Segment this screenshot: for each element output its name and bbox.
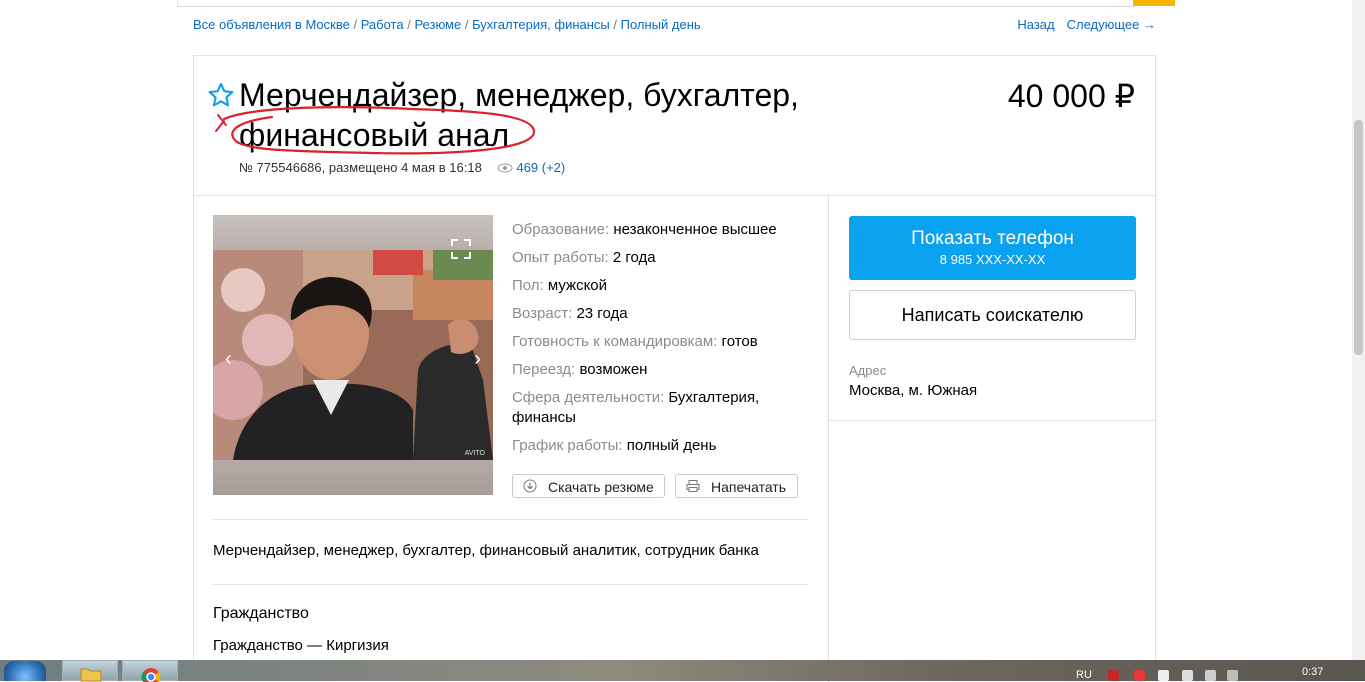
tray-app-icon[interactable] bbox=[1134, 670, 1145, 681]
property-value: полный день bbox=[626, 437, 717, 454]
breadcrumb-item[interactable]: Резюме bbox=[414, 17, 461, 32]
property-schedule: График работы: полный день bbox=[512, 432, 802, 460]
chrome-icon bbox=[141, 668, 161, 682]
breadcrumb-separator: / bbox=[461, 17, 473, 32]
property-value: готов bbox=[721, 333, 758, 350]
download-icon bbox=[523, 479, 537, 493]
section-divider bbox=[213, 584, 808, 585]
breadcrumb-item[interactable]: Полный день bbox=[621, 17, 701, 32]
taskbar-explorer[interactable] bbox=[62, 660, 118, 682]
printer-icon bbox=[686, 480, 700, 492]
citizenship-heading: Гражданство bbox=[213, 605, 309, 622]
resume-properties: Образование: незаконченное высшее Опыт р… bbox=[512, 216, 802, 460]
property-key: График работы: bbox=[512, 437, 623, 454]
listing-title: Мерчендайзер, менеджер, бухгалтер, финан… bbox=[239, 77, 799, 153]
breadcrumb: Все объявления в Москве / Работа / Резюм… bbox=[193, 17, 701, 32]
breadcrumb-item[interactable]: Все объявления в Москве bbox=[193, 17, 350, 32]
clock[interactable]: 0:37 bbox=[1302, 666, 1323, 678]
phone-masked: 8 985 XXX-XX-XX bbox=[939, 252, 1046, 267]
property-key: Опыт работы: bbox=[512, 249, 609, 266]
network-icon[interactable] bbox=[1205, 670, 1216, 681]
sidebar-divider bbox=[829, 420, 1155, 421]
property-value: мужской bbox=[547, 277, 608, 294]
volume-icon[interactable] bbox=[1227, 670, 1238, 681]
taskbar-chrome[interactable] bbox=[122, 660, 178, 682]
property-value: 2 года bbox=[612, 249, 656, 266]
svg-text:AVITO: AVITO bbox=[465, 450, 486, 457]
property-relocation: Переезд: возможен bbox=[512, 356, 802, 384]
section-divider bbox=[213, 519, 808, 520]
property-business-trips: Готовность к командировкам: готов bbox=[512, 328, 802, 356]
property-value: возможен bbox=[579, 361, 648, 378]
property-field: Сфера деятельности: Бухгалтерия, финансы bbox=[512, 388, 802, 428]
next-link[interactable]: Следующее → bbox=[1067, 17, 1156, 32]
scrollbar[interactable] bbox=[1352, 0, 1365, 660]
download-resume-label: Скачать резюме bbox=[548, 479, 654, 495]
back-link[interactable]: Назад bbox=[1017, 17, 1054, 32]
property-value: 23 года bbox=[576, 305, 628, 322]
property-value: незаконченное высшее bbox=[613, 221, 777, 238]
property-key: Возраст: bbox=[512, 305, 573, 322]
chevron-right-icon[interactable]: › bbox=[474, 348, 481, 371]
photo-blur-bottom bbox=[213, 460, 493, 495]
favorite-star-icon[interactable] bbox=[207, 81, 235, 109]
citizenship-value: Гражданство — Киргизия bbox=[213, 637, 389, 654]
print-label: Напечатать bbox=[711, 479, 787, 495]
property-key: Готовность к командировкам: bbox=[512, 333, 718, 350]
listing-number-date: № 775546686, размещено 4 мая в 16:18 bbox=[239, 160, 482, 175]
tray-app-icon[interactable] bbox=[1108, 670, 1119, 681]
download-resume-button[interactable]: Скачать резюме bbox=[512, 474, 665, 498]
column-divider bbox=[828, 196, 829, 682]
breadcrumb-separator: / bbox=[609, 17, 621, 32]
top-search-bar-edge bbox=[177, 0, 1135, 7]
breadcrumb-item[interactable]: Работа bbox=[361, 17, 404, 32]
listing-price: 40 000 ₽ bbox=[1007, 78, 1135, 114]
address-label: Адрес bbox=[849, 363, 887, 378]
listing-header: Мерчендайзер, менеджер, бухгалтер, финан… bbox=[194, 56, 1155, 196]
listing-card: Мерчендайзер, менеджер, бухгалтер, финан… bbox=[193, 55, 1156, 682]
resume-description: Мерчендайзер, менеджер, бухгалтер, финан… bbox=[213, 542, 759, 559]
start-button[interactable] bbox=[4, 661, 46, 681]
top-yellow-tab[interactable] bbox=[1133, 0, 1175, 6]
property-key: Сфера деятельности: bbox=[512, 389, 665, 406]
breadcrumb-separator: / bbox=[349, 17, 361, 32]
chevron-left-icon[interactable]: ‹ bbox=[225, 348, 232, 371]
tray-app-icon[interactable] bbox=[1158, 670, 1169, 681]
address-value: Москва, м. Южная bbox=[849, 382, 978, 399]
listing-meta: № 775546686, размещено 4 мая в 16:18 469… bbox=[239, 160, 565, 175]
resume-photo-gallery[interactable]: AVITO ‹ › bbox=[213, 215, 493, 495]
folder-icon bbox=[80, 668, 102, 682]
eye-icon bbox=[497, 163, 513, 173]
windows-taskbar: RU 0:37 bbox=[0, 660, 1365, 682]
show-phone-label: Показать телефон bbox=[911, 228, 1074, 249]
tray-app-icon[interactable] bbox=[1182, 670, 1193, 681]
breadcrumb-separator: / bbox=[403, 17, 415, 32]
resume-photo[interactable]: AVITO bbox=[213, 250, 493, 460]
property-experience: Опыт работы: 2 года bbox=[512, 244, 802, 272]
property-key: Пол: bbox=[512, 277, 544, 294]
print-button[interactable]: Напечатать bbox=[675, 474, 798, 498]
language-indicator[interactable]: RU bbox=[1076, 669, 1092, 681]
views-count: 469 (+2) bbox=[516, 160, 566, 175]
views-counter[interactable]: 469 (+2) bbox=[497, 160, 565, 175]
property-key: Образование: bbox=[512, 221, 610, 238]
property-gender: Пол: мужской bbox=[512, 272, 802, 300]
fullscreen-icon[interactable] bbox=[451, 239, 471, 259]
show-phone-button[interactable]: Показать телефон 8 985 XXX-XX-XX bbox=[849, 216, 1136, 280]
listing-nav: Назад Следующее → bbox=[1005, 17, 1156, 32]
breadcrumb-item[interactable]: Бухгалтерия, финансы bbox=[472, 17, 610, 32]
property-key: Переезд: bbox=[512, 361, 576, 378]
scrollbar-thumb[interactable] bbox=[1354, 120, 1363, 355]
property-education: Образование: незаконченное высшее bbox=[512, 216, 802, 244]
write-applicant-button[interactable]: Написать соискателю bbox=[849, 290, 1136, 340]
property-age: Возраст: 23 года bbox=[512, 300, 802, 328]
